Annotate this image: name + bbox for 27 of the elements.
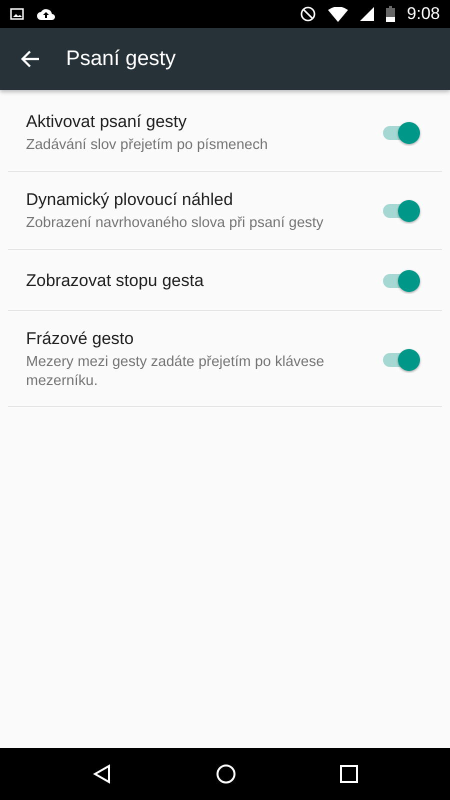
home-icon[interactable]	[216, 764, 236, 784]
screen-title: Psaní gesty	[66, 47, 176, 71]
setting-title: Zobrazovat stopu gesta	[26, 270, 205, 291]
setting-title: Aktivovat psaní gesty	[26, 112, 188, 132]
setting-summary: Zobrazení navrhovaného slova při psaní gesty	[26, 214, 324, 233]
setting-row[interactable]: Dynamický plovoucí náhled Zobrazení navrhovaného slova při psaní gesty	[8, 172, 442, 250]
setting-title: Frázové gesto	[26, 328, 135, 349]
setting-row[interactable]: Frázové gesto Mezery mezi gesty zadáte přejetím po klávese mezerníku.	[8, 310, 442, 408]
signal-icon	[360, 7, 374, 21]
wifi-icon	[328, 6, 348, 22]
toggle-switch[interactable]	[380, 346, 422, 373]
cloud-upload-icon	[36, 7, 56, 21]
recents-icon[interactable]	[340, 765, 358, 783]
clock-time: 9:08	[406, 4, 440, 24]
back-arrow-icon[interactable]	[20, 50, 40, 68]
setting-summary: Mezery mezi gesty zadáte přejetím po klávese mezerníku.	[26, 352, 326, 390]
back-icon[interactable]	[92, 764, 112, 784]
setting-row[interactable]: Zobrazovat stopu gesta	[8, 250, 442, 311]
toggle-switch[interactable]	[380, 198, 422, 224]
battery-icon	[386, 6, 395, 22]
setting-summary: Zadávání slov přejetím po písmenech	[26, 136, 269, 155]
toggle-switch[interactable]	[380, 120, 422, 146]
image-icon	[10, 8, 24, 20]
setting-title: Dynamický plovoucí náhled	[26, 190, 234, 210]
do-not-disturb-icon	[300, 6, 316, 22]
setting-row[interactable]: Aktivovat psaní gesty Zadávání slov přejetím po písmenech	[8, 94, 442, 172]
toggle-switch[interactable]	[380, 268, 422, 294]
